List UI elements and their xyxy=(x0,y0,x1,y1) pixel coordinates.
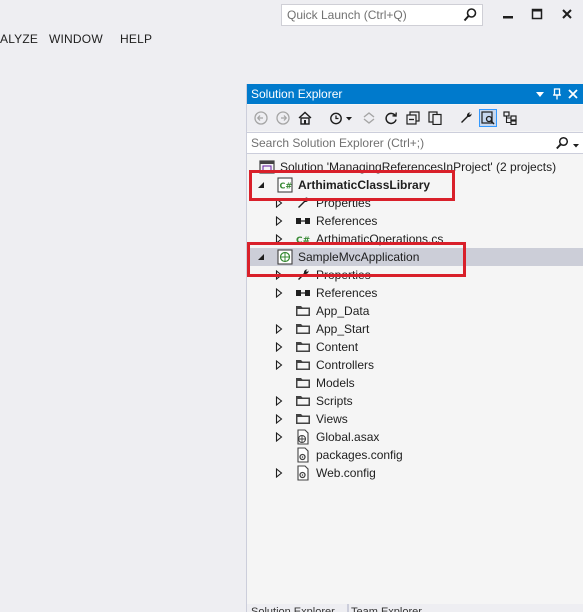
dropdown-arrow-icon[interactable] xyxy=(533,87,547,101)
folder-icon xyxy=(295,321,311,337)
references-icon xyxy=(295,285,311,301)
solution-explorer-toolbar xyxy=(247,105,583,131)
folder-icon xyxy=(295,357,311,373)
close-panel-icon[interactable] xyxy=(566,87,580,101)
panel-bottom-tabs: Solution Explorer Team Explorer xyxy=(247,604,583,612)
search-icon[interactable] xyxy=(462,7,478,23)
tree-item-label: Content xyxy=(316,340,359,354)
tree-item-scripts[interactable]: Scripts xyxy=(247,392,583,410)
tab-divider xyxy=(347,604,349,612)
highlight-box-class-library xyxy=(249,170,455,201)
minimize-button[interactable] xyxy=(497,4,519,24)
tree-item-label: Controllers xyxy=(316,358,375,372)
panel-title: Solution Explorer xyxy=(251,87,343,101)
class-view-icon[interactable] xyxy=(501,109,519,127)
references-icon xyxy=(295,213,311,229)
tree-item-label: References xyxy=(316,286,378,300)
tree-item-web-config[interactable]: Web.config xyxy=(247,464,583,482)
folder-icon xyxy=(295,375,311,391)
highlight-box-mvc-application xyxy=(247,242,466,277)
tree-item-label: App_Start xyxy=(316,322,370,336)
tree-item-models[interactable]: Models xyxy=(247,374,583,392)
collapsed-arrow-icon[interactable] xyxy=(274,341,284,353)
collapsed-arrow-icon[interactable] xyxy=(274,287,284,299)
close-icon xyxy=(562,9,572,19)
config-file-icon xyxy=(295,447,311,463)
close-button[interactable] xyxy=(556,4,578,24)
menu-analyze[interactable]: ALYZE xyxy=(0,32,38,46)
maximize-button[interactable] xyxy=(526,4,548,24)
solution-explorer-search-input[interactable] xyxy=(251,135,541,151)
tree-item-content[interactable]: Content xyxy=(247,338,583,356)
tab-solution-explorer[interactable]: Solution Explorer xyxy=(251,604,343,612)
pin-icon[interactable] xyxy=(550,87,564,101)
solution-explorer-panel: Solution Explorer Search Solution Explor… xyxy=(246,84,583,612)
collapsed-arrow-icon[interactable] xyxy=(274,395,284,407)
history-icon[interactable] xyxy=(327,109,345,127)
tree-item-global-asax[interactable]: Global.asax xyxy=(247,428,583,446)
collapsed-arrow-icon[interactable] xyxy=(274,323,284,335)
history-dropdown-icon[interactable] xyxy=(345,109,353,127)
refresh-icon[interactable] xyxy=(382,109,400,127)
folder-icon xyxy=(295,303,311,319)
tab-team-explorer[interactable]: Team Explorer xyxy=(351,604,441,612)
sync-icon[interactable] xyxy=(360,109,378,127)
tree-item-label: Scripts xyxy=(316,394,353,408)
home-icon[interactable] xyxy=(296,109,314,127)
tree-item-app-data[interactable]: App_Data xyxy=(247,302,583,320)
collapsed-arrow-icon[interactable] xyxy=(274,215,284,227)
tree-item-app-start[interactable]: App_Start xyxy=(247,320,583,338)
collapsed-arrow-icon[interactable] xyxy=(274,431,284,443)
menu-window[interactable]: WINDOW xyxy=(49,32,103,46)
global-asax-icon xyxy=(295,429,311,445)
properties-wrench-icon[interactable] xyxy=(457,109,475,127)
tree-item-label: Global.asax xyxy=(316,430,380,444)
collapsed-arrow-icon[interactable] xyxy=(274,359,284,371)
tree-item-label: Web.config xyxy=(316,466,376,480)
collapsed-arrow-icon[interactable] xyxy=(274,467,284,479)
maximize-icon xyxy=(531,8,543,20)
search-icon[interactable] xyxy=(555,136,569,153)
tree-item-label: packages.config xyxy=(316,448,403,462)
tree-item-packages-config[interactable]: packages.config xyxy=(247,446,583,464)
tree-item-label: References xyxy=(316,214,378,228)
folder-icon xyxy=(295,339,311,355)
folder-icon xyxy=(295,411,311,427)
solution-explorer-title-bar[interactable]: Solution Explorer xyxy=(247,84,583,104)
collapse-all-icon[interactable] xyxy=(404,109,422,127)
tree-item-label: Models xyxy=(316,376,355,390)
menu-help[interactable]: HELP xyxy=(120,32,152,46)
tree-item-views[interactable]: Views xyxy=(247,410,583,428)
back-icon[interactable] xyxy=(252,109,270,127)
collapsed-arrow-icon[interactable] xyxy=(274,413,284,425)
quick-launch-box[interactable] xyxy=(281,4,483,26)
tree-item-references[interactable]: References xyxy=(247,284,583,302)
forward-icon[interactable] xyxy=(274,109,292,127)
tree-item-references[interactable]: References xyxy=(247,212,583,230)
tree-item-controllers[interactable]: Controllers xyxy=(247,356,583,374)
tree-item-label: Views xyxy=(316,412,348,426)
solution-explorer-search-box[interactable] xyxy=(247,132,583,154)
show-all-files-icon[interactable] xyxy=(426,109,444,127)
folder-icon xyxy=(295,393,311,409)
search-options-dropdown-icon[interactable] xyxy=(572,139,580,153)
quick-launch-input[interactable] xyxy=(287,7,457,23)
config-file-icon xyxy=(295,465,311,481)
tree-item-label: App_Data xyxy=(316,304,370,318)
minimize-icon xyxy=(503,16,513,19)
preview-selected-items-icon[interactable] xyxy=(479,109,497,127)
